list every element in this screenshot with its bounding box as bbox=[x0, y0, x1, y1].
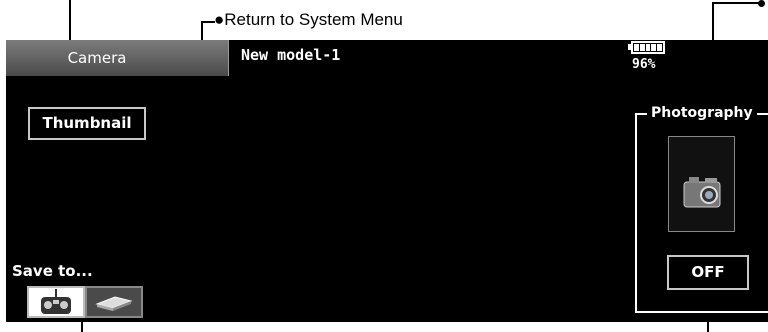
sd-card-icon bbox=[95, 296, 133, 311]
shutter-off-button[interactable]: OFF bbox=[667, 255, 749, 290]
callout-return-to-system-menu: ●Return to System Menu bbox=[214, 10, 403, 29]
battery-percent: 96% bbox=[632, 57, 656, 72]
save-to-card-button[interactable] bbox=[85, 286, 143, 318]
screen-title: Camera bbox=[67, 49, 127, 67]
model-name: New model-1 bbox=[241, 46, 341, 64]
shutter-button[interactable] bbox=[668, 136, 735, 232]
transmitter-screen: Camera New model-1 96% Thumbnail Photogr… bbox=[6, 40, 768, 322]
callout-line-return-horizontal bbox=[201, 21, 215, 23]
save-to-transmitter-button[interactable] bbox=[27, 286, 85, 318]
thumbnail-button[interactable]: Thumbnail bbox=[28, 107, 146, 140]
photography-label: Photography bbox=[647, 105, 757, 121]
save-to-label: Save to... bbox=[12, 262, 93, 280]
battery-icon bbox=[631, 41, 665, 54]
callout-dot-camera bbox=[758, 0, 765, 7]
return-to-system-menu-tab[interactable]: Camera bbox=[6, 40, 229, 76]
callout-line-camera-horizontal bbox=[712, 2, 760, 4]
transmitter-icon bbox=[41, 289, 71, 314]
camera-icon bbox=[683, 177, 721, 208]
